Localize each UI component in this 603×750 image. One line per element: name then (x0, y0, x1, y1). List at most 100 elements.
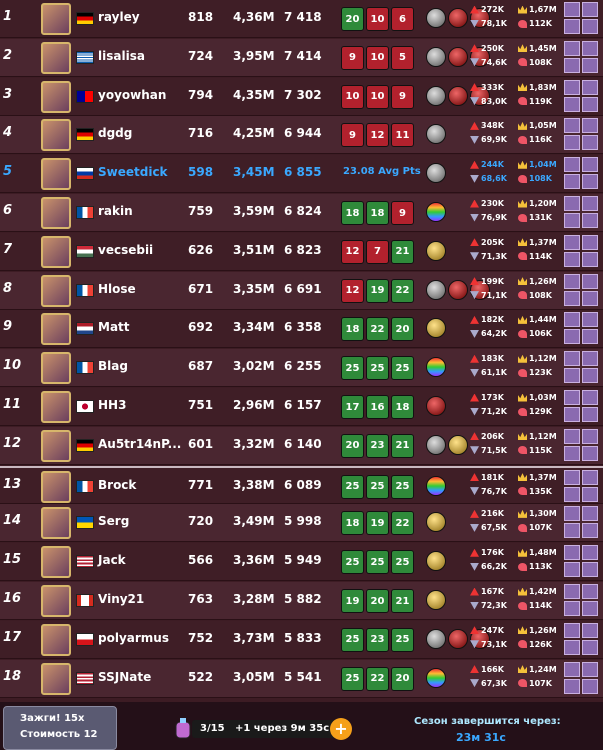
slot-icon[interactable] (564, 157, 580, 173)
slot-icon[interactable] (582, 678, 598, 694)
slot-icon[interactable] (564, 390, 580, 405)
equipment-slots[interactable] (564, 2, 602, 34)
slot-icon[interactable] (564, 562, 580, 578)
equipment-slots[interactable] (564, 351, 602, 384)
slot-icon[interactable] (582, 661, 598, 677)
slot-icon[interactable] (582, 506, 598, 522)
slot-icon[interactable] (582, 157, 598, 173)
slot-icon[interactable] (582, 428, 598, 444)
slot-icon[interactable] (564, 40, 580, 56)
fights-button[interactable]: Зажги! 15x Стоимость 12 (3, 706, 117, 750)
player-name[interactable]: yoyowhan (98, 88, 166, 102)
slot-icon[interactable] (564, 445, 580, 461)
equipment-slots[interactable] (564, 622, 602, 655)
slot-icon[interactable] (564, 96, 580, 112)
avatar-icon[interactable] (41, 235, 71, 268)
slot-icon[interactable] (582, 196, 598, 211)
slot-icon[interactable] (582, 407, 598, 422)
equipment-slots[interactable] (564, 428, 602, 461)
slot-icon[interactable] (564, 196, 580, 211)
leaderboard-row[interactable]: 9 Matt 692 3,34M 6 358 18 22 20 182K 64,2K 1,44M 10… (0, 310, 603, 349)
leaderboard-row[interactable]: 16 Viny21 763 3,28M 5 882 19 20 21 167K 72,3K 1,42… (0, 582, 603, 620)
slot-icon[interactable] (582, 290, 598, 306)
slot-icon[interactable] (564, 368, 580, 384)
equipment-slots[interactable] (564, 118, 602, 151)
slot-icon[interactable] (564, 486, 580, 502)
slot-icon[interactable] (582, 622, 598, 638)
equipment-slots[interactable] (564, 584, 602, 616)
player-name[interactable]: Brock (98, 478, 136, 492)
slot-icon[interactable] (564, 312, 580, 328)
avatar-icon[interactable] (41, 313, 71, 346)
slot-icon[interactable] (582, 562, 598, 578)
slot-icon[interactable] (564, 678, 580, 694)
player-name[interactable]: rayley (98, 10, 140, 24)
avatar-icon[interactable] (41, 507, 71, 540)
leaderboard-row[interactable]: 1 rayley 818 4,36M 7 418 20 10 6 272K 78,1K 1,67M 1… (0, 0, 603, 38)
leaderboard-row[interactable]: 11 HH3 751 2,96M 6 157 17 16 18 173K 71,2K 1,03M 12… (0, 388, 603, 426)
slot-icon[interactable] (564, 469, 580, 485)
player-name[interactable]: Viny21 (98, 592, 144, 606)
slot-icon[interactable] (564, 273, 580, 289)
slot-icon[interactable] (582, 368, 598, 384)
slot-icon[interactable] (582, 469, 598, 485)
equipment-slots[interactable] (564, 390, 602, 422)
slot-icon[interactable] (564, 523, 580, 539)
player-name[interactable]: dgdg (98, 126, 132, 140)
slot-icon[interactable] (582, 96, 598, 112)
avatar-icon[interactable] (41, 197, 71, 229)
slot-icon[interactable] (564, 661, 580, 677)
equipment-slots[interactable] (564, 469, 602, 502)
avatar-icon[interactable] (41, 546, 71, 579)
slot-icon[interactable] (582, 523, 598, 539)
slot-icon[interactable] (564, 2, 580, 17)
leaderboard-row[interactable]: 18 SSJNate 522 3,05M 5 541 25 22 20 166K 67,3K 1,2… (0, 659, 603, 698)
leaderboard-row[interactable]: 13 Brock 771 3,38M 6 089 25 25 25 181K 76,7K 1,37M… (0, 465, 603, 504)
slot-icon[interactable] (564, 251, 580, 267)
slot-icon[interactable] (582, 601, 598, 616)
slot-icon[interactable] (582, 584, 598, 599)
slot-icon[interactable] (564, 601, 580, 616)
equipment-slots[interactable] (564, 661, 602, 694)
player-name[interactable]: Serg (98, 514, 129, 528)
add-energy-button[interactable]: + (330, 718, 352, 740)
avatar-icon[interactable] (41, 158, 71, 191)
slot-icon[interactable] (582, 251, 598, 267)
slot-icon[interactable] (582, 79, 598, 95)
slot-icon[interactable] (564, 329, 580, 345)
avatar-icon[interactable] (41, 470, 71, 503)
player-name[interactable]: rakin (98, 204, 133, 218)
slot-icon[interactable] (582, 273, 598, 289)
avatar-icon[interactable] (41, 352, 71, 385)
equipment-slots[interactable] (564, 157, 602, 190)
slot-icon[interactable] (564, 545, 580, 561)
player-name[interactable]: Sweetdick (98, 165, 168, 179)
equipment-slots[interactable] (564, 79, 602, 112)
slot-icon[interactable] (582, 234, 598, 250)
leaderboard-row[interactable]: 4 dgdg 716 4,25M 6 944 9 12 11 348K 69,9K 1,05M 116… (0, 116, 603, 155)
avatar-icon[interactable] (41, 585, 71, 617)
slot-icon[interactable] (582, 213, 598, 228)
slot-icon[interactable] (582, 40, 598, 56)
equipment-slots[interactable] (564, 40, 602, 73)
equipment-slots[interactable] (564, 273, 602, 306)
slot-icon[interactable] (582, 57, 598, 73)
slot-icon[interactable] (564, 506, 580, 522)
player-name[interactable]: Blag (98, 359, 128, 373)
leaderboard-row[interactable]: 14 Serg 720 3,49M 5 998 18 19 22 216K 67,5K 1,30M 1… (0, 504, 603, 543)
leaderboard-row[interactable]: 7 vecsebii 626 3,51M 6 823 12 7 21 205K 71,3K 1,37… (0, 232, 603, 271)
slot-icon[interactable] (564, 639, 580, 655)
equipment-slots[interactable] (564, 234, 602, 267)
avatar-icon[interactable] (41, 80, 71, 113)
slot-icon[interactable] (564, 407, 580, 422)
slot-icon[interactable] (564, 213, 580, 228)
equipment-slots[interactable] (564, 312, 602, 345)
slot-icon[interactable] (582, 486, 598, 502)
leaderboard-row[interactable]: 10 Blag 687 3,02M 6 255 25 25 25 183K 61,1K 1,12M 1… (0, 349, 603, 388)
player-name[interactable]: polyarmus (98, 631, 169, 645)
player-name[interactable]: Au5tr14nP... (98, 437, 181, 451)
equipment-slots[interactable] (564, 545, 602, 578)
avatar-icon[interactable] (41, 3, 71, 35)
avatar-icon[interactable] (41, 623, 71, 656)
player-name[interactable]: Jack (98, 553, 126, 567)
